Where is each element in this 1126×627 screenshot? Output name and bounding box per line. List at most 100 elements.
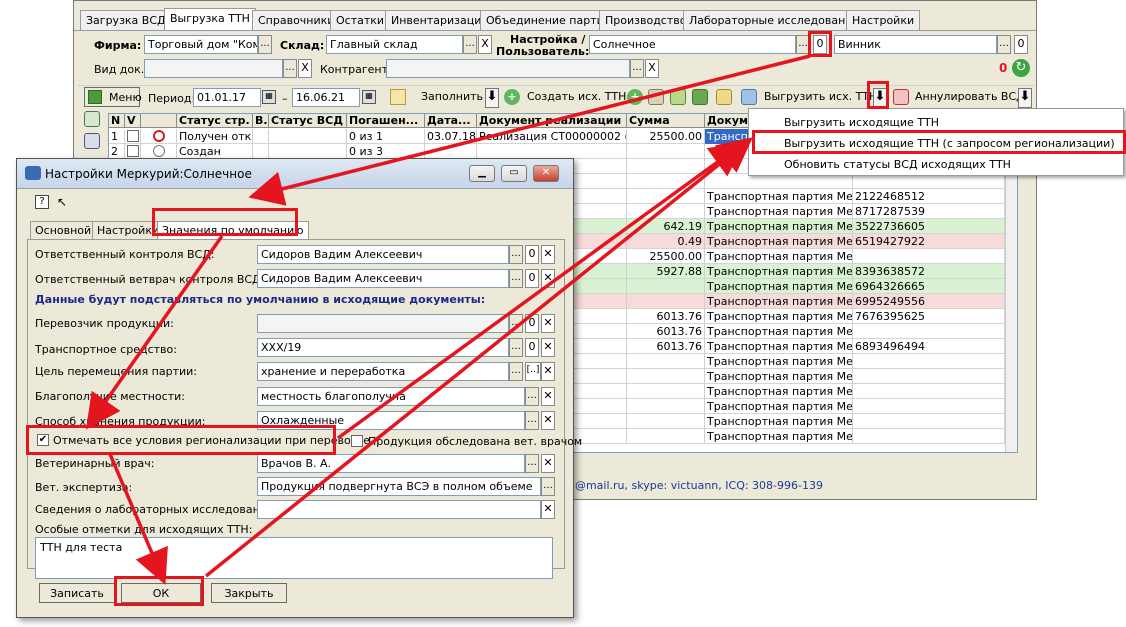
col-v2[interactable]: В. — [253, 114, 269, 128]
calendar-icon[interactable]: ▦ — [362, 90, 376, 104]
annul-vsd-button[interactable]: Аннулировать ВСД — [912, 86, 1028, 107]
col-v[interactable]: V — [125, 114, 141, 128]
upload-ttn-button[interactable]: Выгрузить исх. ТТН — [761, 86, 880, 107]
responsible-vet-zero-button[interactable]: 0 — [525, 269, 539, 288]
add-circle-icon[interactable]: + — [627, 89, 643, 105]
row-tdoc: Транспортная партия Мерку — [707, 339, 853, 354]
truck-icon[interactable] — [692, 89, 708, 105]
locality-clear-button[interactable]: ✕ — [541, 387, 555, 406]
annul-dropdown-arrow[interactable]: ⬇ — [1018, 88, 1032, 108]
menu-button[interactable]: Меню — [84, 87, 142, 107]
tab-lab-research[interactable]: Лабораторные исследования — [683, 10, 866, 30]
grid-view-icon[interactable] — [84, 133, 100, 149]
tab-production[interactable]: Производство — [599, 10, 693, 30]
user-zero-button[interactable]: 0 — [1014, 35, 1028, 54]
doc-type-clear-button[interactable]: X — [298, 59, 312, 78]
doc-type-field[interactable] — [144, 59, 283, 78]
storage-clear-button[interactable]: ✕ — [541, 411, 555, 430]
notes-textarea[interactable]: ТТН для теста — [35, 537, 553, 579]
refresh-icon[interactable]: ↻ — [1012, 59, 1030, 77]
col-status-vsd[interactable]: Статус ВСД — [269, 114, 347, 128]
calendar-icon[interactable]: ▦ — [262, 90, 276, 104]
date-from-field[interactable]: 01.01.17 — [193, 88, 261, 107]
purpose-extra-button[interactable]: [..] — [525, 362, 541, 381]
fill-button[interactable]: Заполнить — [418, 86, 486, 107]
vet-doctor-field[interactable]: Врачов В. А. — [257, 454, 525, 473]
row-sum — [627, 144, 705, 159]
menu-refresh-vsd-status[interactable]: Обновить статусы ВСД исходящих ТТН — [749, 155, 1123, 175]
responsible-vsd-field[interactable]: Сидоров Вадим Алексеевич — [257, 245, 509, 264]
col-doc[interactable]: Документ реализации — [477, 114, 627, 128]
responsible-vet-field[interactable]: Сидоров Вадим Алексеевич — [257, 269, 509, 288]
fill-dropdown-arrow[interactable]: ⬇ — [485, 88, 499, 108]
tab-stock[interactable]: Остатки — [330, 10, 391, 30]
responsible-vet-clear-button[interactable]: ✕ — [541, 269, 555, 288]
vet-doctor-clear-button[interactable]: ✕ — [541, 454, 555, 473]
document-icon[interactable] — [716, 89, 732, 105]
vehicle-select-button[interactable]: ... — [509, 338, 523, 357]
doc-type-select-button[interactable]: ... — [283, 59, 297, 78]
tab-main[interactable]: Основной — [30, 221, 97, 239]
close-button[interactable]: ✕ — [533, 165, 559, 182]
purpose-select-button[interactable]: ... — [509, 362, 523, 381]
maximize-button[interactable]: ▭ — [501, 165, 527, 182]
tab-inventory[interactable]: Инвентаризация — [385, 10, 494, 30]
settings-field[interactable]: Солнечное — [589, 35, 796, 54]
col-status[interactable]: Статус стр. — [177, 114, 253, 128]
storage-select-button[interactable]: ... — [525, 411, 539, 430]
vet-exam-field[interactable]: Продукция подвергнута ВСЭ в полном объем… — [257, 477, 541, 496]
row-check[interactable] — [125, 129, 141, 144]
carrier-clear-button[interactable]: ✕ — [541, 314, 555, 333]
responsible-vsd-clear-button[interactable]: ✕ — [541, 245, 555, 264]
carrier-field[interactable] — [257, 314, 509, 333]
vet-exam-select-button[interactable]: ... — [541, 477, 555, 496]
select-all-icon[interactable] — [84, 111, 100, 127]
tab-directories[interactable]: Справочники — [252, 10, 341, 30]
contractor-select-button[interactable]: ... — [630, 59, 644, 78]
carrier-select-button[interactable]: ... — [509, 314, 523, 333]
date-to-field[interactable]: 16.06.21 — [292, 88, 360, 107]
col-n[interactable]: N — [109, 114, 125, 128]
firma-field[interactable]: Торговый дом "Комп. — [144, 35, 258, 54]
purpose-clear-button[interactable]: ✕ — [541, 362, 555, 381]
purpose-field[interactable]: хранение и переработка — [257, 362, 509, 381]
contractor-field[interactable] — [386, 59, 630, 78]
row-check[interactable] — [125, 144, 141, 159]
vehicle-field[interactable]: XXX/19 — [257, 338, 509, 357]
sklad-select-button[interactable]: ... — [463, 35, 477, 54]
col-date[interactable]: Дата... — [425, 114, 477, 128]
user-select-button[interactable]: ... — [997, 35, 1011, 54]
tab-settings[interactable]: Настройки — [846, 10, 921, 30]
lab-field[interactable] — [257, 500, 541, 519]
tab-upload-ttn[interactable]: Выгрузка ТТН — [164, 8, 256, 30]
col-sum[interactable]: Сумма — [627, 114, 705, 128]
col-pog[interactable]: Погашен... — [347, 114, 425, 128]
pointer-help-icon[interactable]: ↖ — [57, 195, 67, 209]
responsible-vet-select-button[interactable]: ... — [509, 269, 523, 288]
responsible-vsd-zero-button[interactable]: 0 — [525, 245, 539, 264]
edit-icon[interactable] — [670, 89, 686, 105]
locality-select-button[interactable]: ... — [525, 387, 539, 406]
vet-examined-checkbox[interactable] — [351, 435, 363, 447]
help-icon[interactable]: ? — [35, 195, 49, 209]
tab-merge-batches[interactable]: Объединение партий — [480, 10, 617, 30]
minimize-button[interactable]: ▁ — [469, 165, 495, 182]
carrier-zero-button[interactable]: 0 — [525, 314, 539, 333]
responsible-vsd-select-button[interactable]: ... — [509, 245, 523, 264]
sklad-field[interactable]: Главный склад — [326, 35, 463, 54]
locality-field[interactable]: местность благополучна — [257, 387, 525, 406]
col-blank[interactable] — [141, 114, 177, 128]
save-button[interactable]: Записать — [39, 583, 115, 603]
sklad-clear-button[interactable]: X — [478, 35, 492, 54]
vehicle-zero-button[interactable]: 0 — [525, 338, 539, 357]
user-field[interactable]: Винник — [834, 35, 997, 54]
copy-icon[interactable] — [648, 89, 664, 105]
contractor-clear-button[interactable]: X — [645, 59, 659, 78]
tab-load-vsd[interactable]: Загрузка ВСД — [80, 10, 172, 30]
close-dialog-button[interactable]: Закрыть — [211, 583, 287, 603]
firma-select-button[interactable]: ... — [258, 35, 272, 54]
vet-doctor-select-button[interactable]: ... — [525, 454, 539, 473]
create-ttn-button[interactable]: Создать исх. ТТН — [524, 86, 629, 107]
vehicle-clear-button[interactable]: ✕ — [541, 338, 555, 357]
lab-clear-button[interactable]: ✕ — [541, 500, 555, 519]
